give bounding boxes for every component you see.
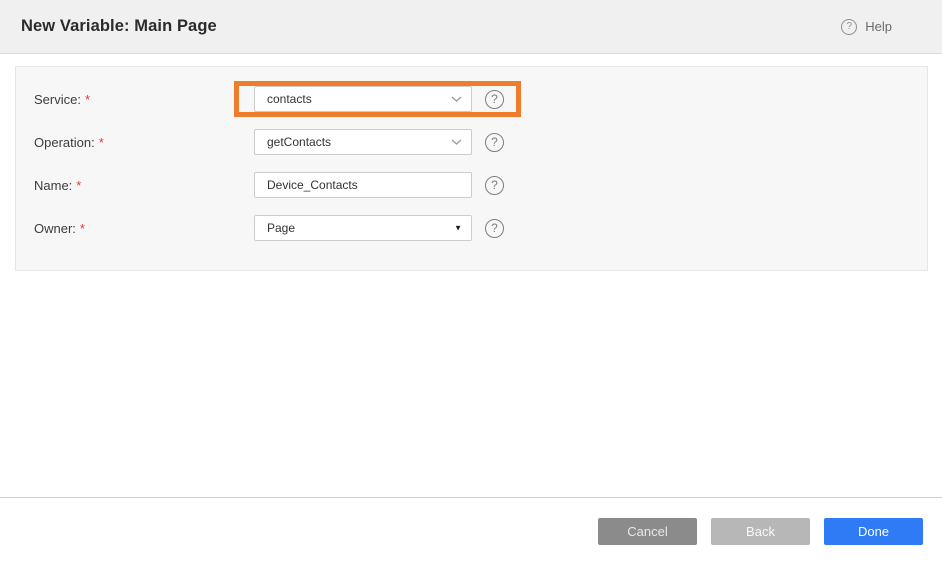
cancel-button[interactable]: Cancel xyxy=(598,518,697,545)
required-asterisk: * xyxy=(85,92,90,107)
dialog-header: New Variable: Main Page ? Help xyxy=(0,0,942,54)
field-row-name: Name:* ? xyxy=(34,167,909,203)
help-button[interactable]: ? Help xyxy=(841,19,892,35)
done-button[interactable]: Done xyxy=(824,518,923,545)
chevron-down-icon xyxy=(451,96,462,102)
required-asterisk: * xyxy=(76,178,81,193)
chevron-down-icon xyxy=(451,139,462,145)
owner-help-icon[interactable]: ? xyxy=(485,219,504,238)
help-question-circle-icon: ? xyxy=(841,19,857,35)
required-asterisk: * xyxy=(80,221,85,236)
name-label: Name:* xyxy=(34,178,254,193)
owner-control: Page ▼ ? xyxy=(254,215,504,241)
service-help-icon[interactable]: ? xyxy=(485,90,504,109)
operation-help-icon[interactable]: ? xyxy=(485,133,504,152)
back-button[interactable]: Back xyxy=(711,518,810,545)
required-asterisk: * xyxy=(99,135,104,150)
service-highlight-box: contacts ? xyxy=(234,81,521,117)
service-select-value: contacts xyxy=(267,92,312,106)
help-label: Help xyxy=(865,19,892,34)
owner-select-value: Page xyxy=(267,221,295,235)
field-row-service: Service:* contacts ? xyxy=(34,81,909,117)
field-row-owner: Owner:* Page ▼ ? xyxy=(34,210,909,246)
operation-select-value: getContacts xyxy=(267,135,331,149)
operation-label: Operation:* xyxy=(34,135,254,150)
operation-select[interactable]: getContacts xyxy=(254,129,472,155)
owner-select[interactable]: Page ▼ xyxy=(254,215,472,241)
service-label: Service:* xyxy=(34,92,254,107)
caret-down-icon: ▼ xyxy=(454,224,462,233)
service-select[interactable]: contacts xyxy=(254,86,472,112)
field-row-operation: Operation:* getContacts ? xyxy=(34,124,909,160)
name-control: ? xyxy=(254,172,504,198)
dialog-footer: Cancel Back Done xyxy=(0,497,942,545)
owner-label: Owner:* xyxy=(34,221,254,236)
name-help-icon[interactable]: ? xyxy=(485,176,504,195)
new-variable-form-panel: Service:* contacts ? Operation:* getCont… xyxy=(15,66,928,271)
operation-control: getContacts ? xyxy=(254,129,504,155)
page-title: New Variable: Main Page xyxy=(21,17,217,36)
name-input[interactable] xyxy=(254,172,472,198)
